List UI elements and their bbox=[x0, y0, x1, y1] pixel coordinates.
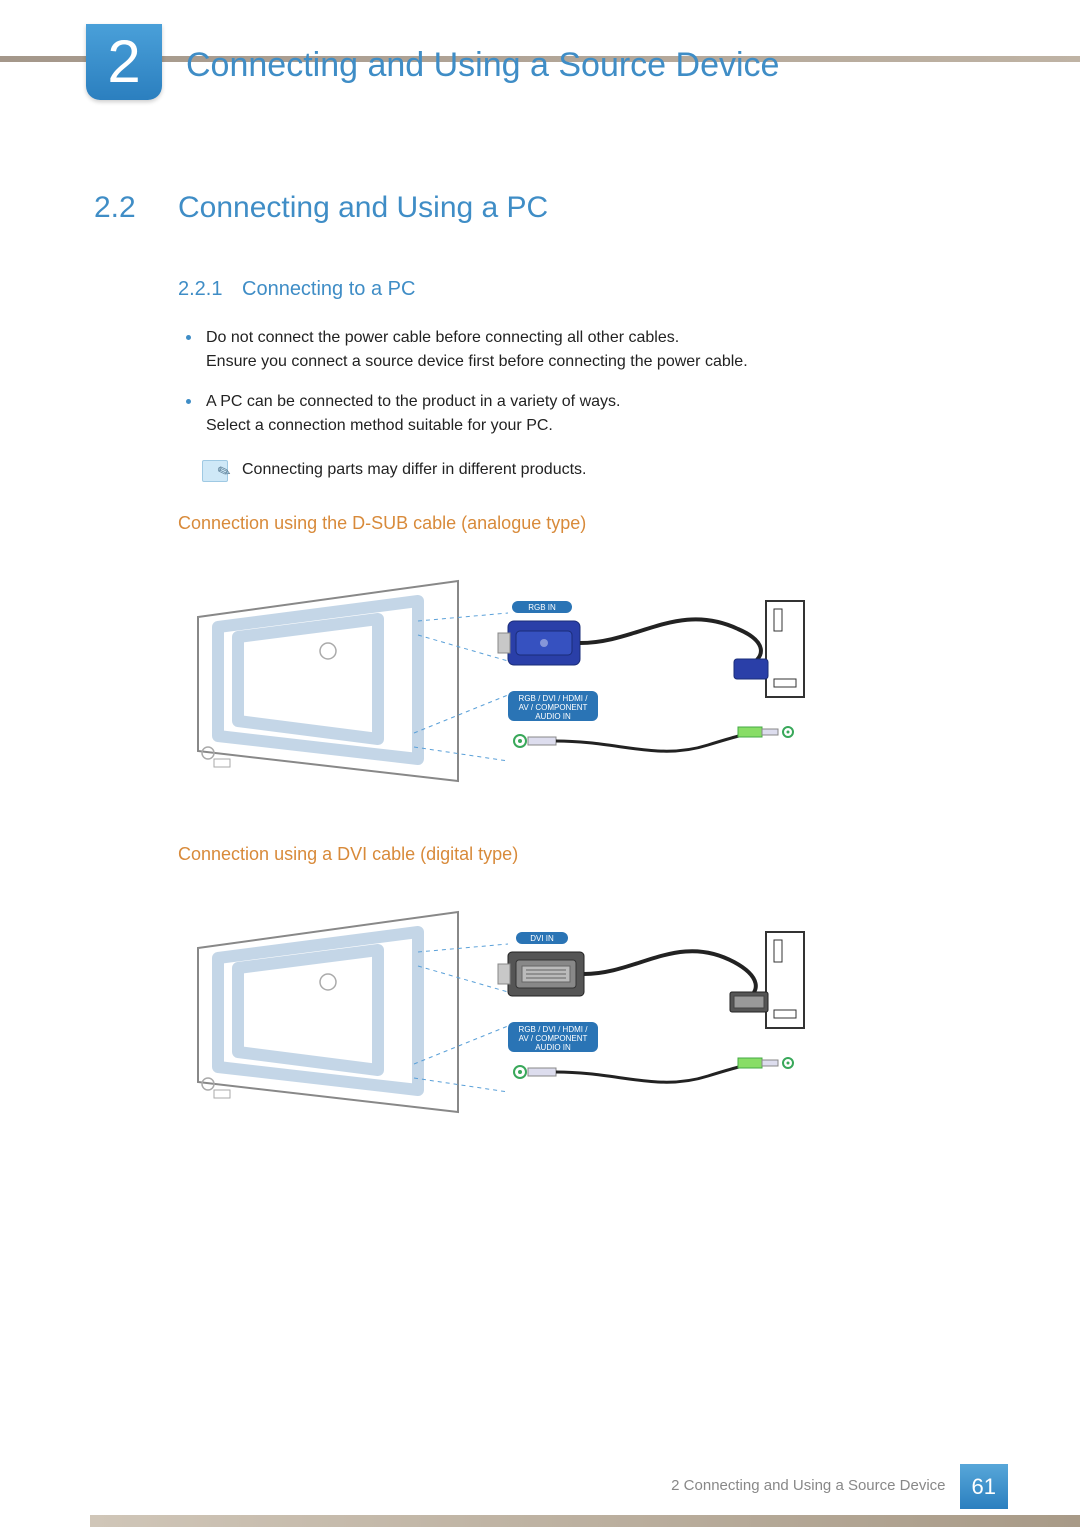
section-number: 2.2 bbox=[94, 185, 178, 230]
section-heading: 2.2 Connecting and Using a PC bbox=[94, 185, 1000, 230]
connection-diagram-dvi: DVI IN RGB / DVI / HDMI / A bbox=[178, 892, 818, 1132]
bullet-list: Do not connect the power cable before co… bbox=[178, 326, 1000, 438]
port-label-rgb-in: RGB IN bbox=[528, 603, 556, 612]
subsection-heading: 2.2.1 Connecting to a PC bbox=[178, 274, 1000, 304]
page-content: 2.2 Connecting and Using a PC 2.2.1 Conn… bbox=[94, 185, 1000, 1172]
diagram-heading: Connection using the D-SUB cable (analog… bbox=[178, 510, 1000, 537]
page-number: 61 bbox=[960, 1464, 1008, 1509]
chapter-title: Connecting and Using a Source Device bbox=[186, 40, 779, 91]
note: Connecting parts may differ in different… bbox=[202, 458, 1000, 482]
bullet-line: Select a connection method suitable for … bbox=[206, 417, 553, 434]
bullet-line: A PC can be connected to the product in … bbox=[206, 393, 620, 410]
footer-chapter-ref: 2 Connecting and Using a Source Device bbox=[671, 1475, 945, 1498]
port-label-dvi-in: DVI IN bbox=[530, 934, 554, 943]
bullet-item: Do not connect the power cable before co… bbox=[178, 326, 1000, 374]
note-text: Connecting parts may differ in different… bbox=[242, 458, 586, 482]
subsection-number: 2.2.1 bbox=[178, 274, 242, 304]
port-label-audio-l2: AV / COMPONENT bbox=[519, 703, 588, 712]
connection-diagram-dsub: RGB IN RGB / DVI / HDMI / AV / COMPONENT… bbox=[178, 561, 818, 801]
bullet-line: Ensure you connect a source device first… bbox=[206, 353, 748, 370]
note-icon bbox=[202, 460, 228, 482]
port-label-audio-l1: RGB / DVI / HDMI / bbox=[519, 694, 589, 703]
port-label-audio-l1: RGB / DVI / HDMI / bbox=[519, 1025, 589, 1034]
bullet-item: A PC can be connected to the product in … bbox=[178, 390, 1000, 438]
port-label-audio-l2: AV / COMPONENT bbox=[519, 1034, 588, 1043]
footer-bar bbox=[90, 1515, 1080, 1527]
chapter-number-badge: 2 bbox=[86, 24, 162, 100]
page-footer: 2 Connecting and Using a Source Device 6… bbox=[0, 1471, 1080, 1527]
section-title: Connecting and Using a PC bbox=[178, 185, 548, 230]
port-label-audio-l3: AUDIO IN bbox=[535, 712, 571, 721]
port-label-audio-l3: AUDIO IN bbox=[535, 1043, 571, 1052]
diagram-heading: Connection using a DVI cable (digital ty… bbox=[178, 841, 1000, 868]
subsection-title: Connecting to a PC bbox=[242, 274, 415, 304]
bullet-line: Do not connect the power cable before co… bbox=[206, 329, 679, 346]
